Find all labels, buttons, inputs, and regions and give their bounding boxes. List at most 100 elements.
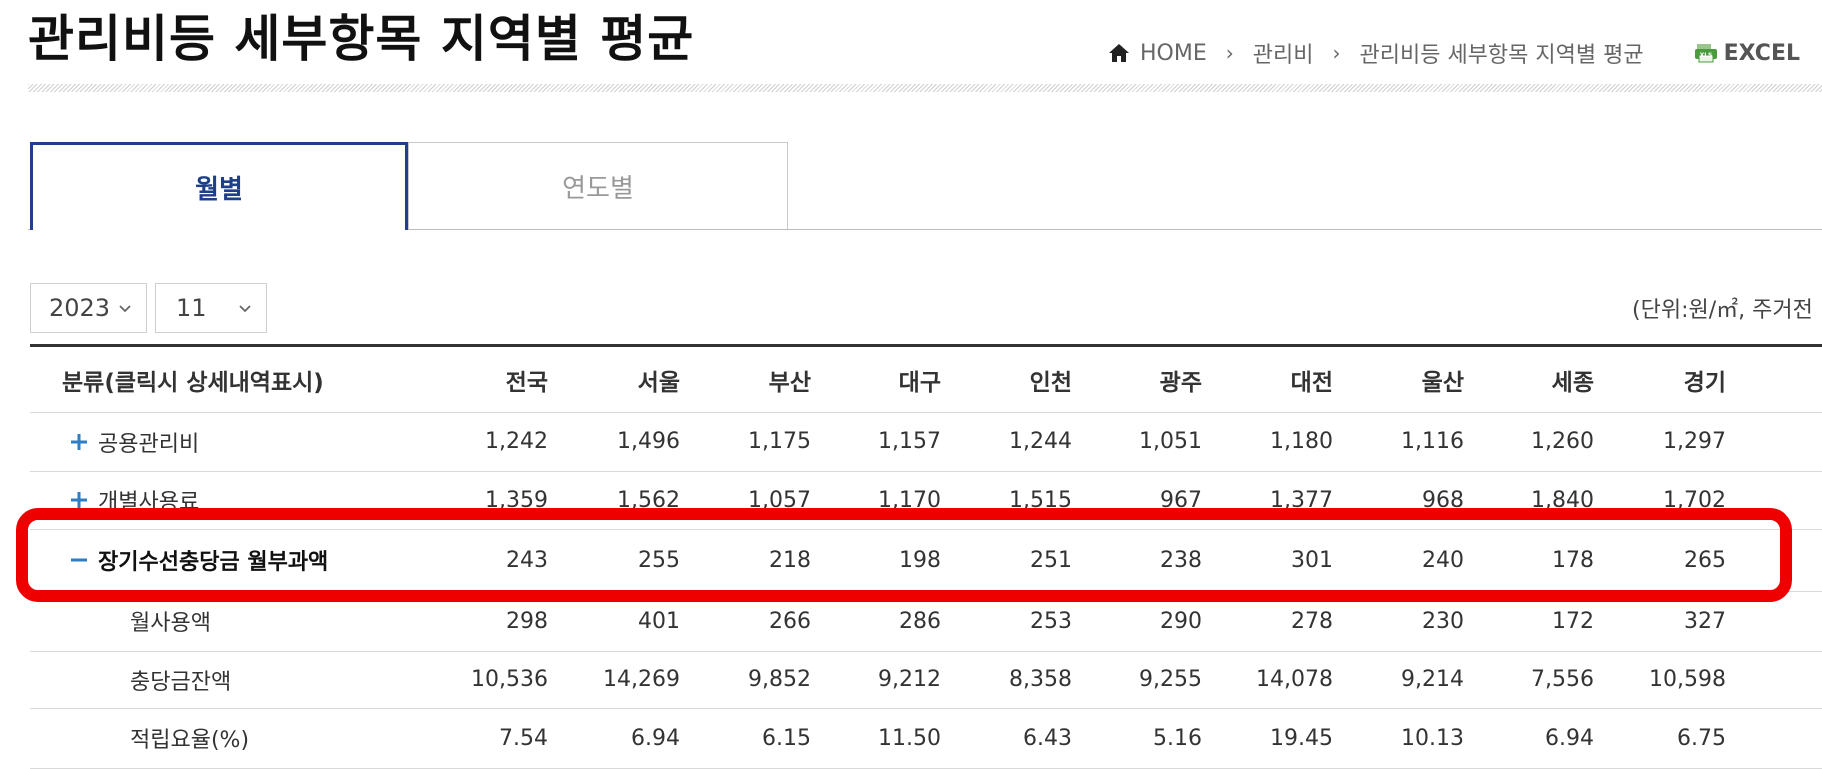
year-select-value: 2023 bbox=[49, 294, 111, 322]
table-row[interactable]: 장기수선충당금 월부과액 243 255 218 198 251 238 301 240 178 2… bbox=[30, 529, 1822, 592]
category-label: 개별사용료 bbox=[98, 490, 200, 515]
value-cell: 290 bbox=[1160, 608, 1202, 634]
value-cell: 327 bbox=[1684, 608, 1726, 634]
value-cell: 1,057 bbox=[748, 487, 811, 513]
year-select[interactable]: 2023 bbox=[30, 283, 147, 333]
table-row: 적립요율(%) 7.54 6.94 6.15 11.50 6.43 5.16 19.45 10.… bbox=[30, 708, 1822, 769]
value-cell: 6.15 bbox=[762, 725, 811, 751]
column-header: 세종 bbox=[1551, 369, 1594, 396]
value-cell: 8,358 bbox=[1009, 667, 1072, 692]
value-cell: 1,515 bbox=[1009, 487, 1072, 513]
breadcrumb: HOME › 관리비 › 관리비등 세부항목 지역별 평균 XLS EXCEL bbox=[1108, 38, 1800, 68]
value-cell: 1,359 bbox=[485, 487, 548, 513]
value-cell: 198 bbox=[899, 547, 941, 573]
value-cell: 10.13 bbox=[1401, 725, 1464, 751]
value-cell: 1,175 bbox=[748, 429, 811, 454]
value-cell: 968 bbox=[1422, 487, 1464, 513]
category-cell[interactable]: 장기수선충당금 월부과액 bbox=[70, 529, 328, 591]
value-cell: 301 bbox=[1291, 547, 1333, 573]
value-cell: 6.43 bbox=[1023, 725, 1072, 751]
value-cell: 5.16 bbox=[1153, 725, 1202, 751]
chevron-down-icon bbox=[239, 305, 251, 313]
value-cell: 286 bbox=[899, 608, 941, 634]
value-cell: 238 bbox=[1160, 547, 1202, 573]
value-cell: 9,212 bbox=[878, 667, 941, 692]
excel-download-button[interactable]: XLS EXCEL bbox=[1694, 41, 1800, 66]
value-cell: 266 bbox=[769, 608, 811, 634]
svg-text:XLS: XLS bbox=[1699, 52, 1712, 59]
category-label: 충당금잔액 bbox=[130, 669, 232, 695]
category-cell[interactable]: 개별사용료 bbox=[70, 471, 199, 529]
value-cell: 1,562 bbox=[617, 487, 680, 513]
excel-icon: XLS bbox=[1694, 44, 1717, 63]
chevron-right-icon: › bbox=[1225, 41, 1234, 65]
category-label: 장기수선충당금 월부과액 bbox=[98, 550, 329, 575]
value-cell: 9,214 bbox=[1401, 667, 1464, 692]
column-header: 대전 bbox=[1290, 369, 1333, 396]
value-cell: 278 bbox=[1291, 608, 1333, 634]
value-cell: 11.50 bbox=[878, 725, 941, 751]
table-row: 충당금잔액 10,536 14,269 9,852 9,212 8,358 9,255 14,… bbox=[30, 651, 1822, 709]
table-row[interactable]: 개별사용료 1,359 1,562 1,057 1,170 1,515 967 1,377 96… bbox=[30, 471, 1822, 530]
category-label: 적립요율(%) bbox=[130, 728, 250, 753]
value-cell: 230 bbox=[1422, 608, 1464, 634]
month-select-value: 11 bbox=[176, 294, 207, 322]
plus-icon[interactable] bbox=[70, 491, 88, 509]
value-cell: 9,255 bbox=[1139, 667, 1202, 692]
value-cell: 298 bbox=[506, 608, 548, 634]
value-cell: 243 bbox=[506, 547, 548, 573]
excel-label: EXCEL bbox=[1723, 40, 1800, 66]
category-cell: 월사용액 bbox=[130, 591, 211, 651]
value-cell: 1,244 bbox=[1009, 429, 1072, 454]
home-icon[interactable] bbox=[1108, 43, 1130, 63]
value-cell: 178 bbox=[1552, 547, 1594, 573]
breadcrumb-level2[interactable]: 관리비등 세부항목 지역별 평균 bbox=[1359, 37, 1643, 69]
value-cell: 6.94 bbox=[1545, 725, 1594, 751]
chevron-down-icon bbox=[119, 305, 131, 313]
table-row[interactable]: 공용관리비 1,242 1,496 1,175 1,157 1,244 1,051 1,180… bbox=[30, 412, 1822, 472]
month-select[interactable]: 11 bbox=[155, 283, 267, 333]
value-cell: 1,170 bbox=[878, 487, 941, 513]
breadcrumb-home[interactable]: HOME bbox=[1140, 41, 1207, 66]
value-cell: 1,297 bbox=[1663, 429, 1726, 454]
column-header: 서울 bbox=[637, 369, 680, 396]
category-cell: 충당금잔액 bbox=[130, 651, 231, 708]
column-header: 울산 bbox=[1421, 369, 1464, 396]
category-label: 월사용액 bbox=[130, 611, 211, 636]
value-cell: 1,377 bbox=[1270, 487, 1333, 513]
value-cell: 9,852 bbox=[748, 667, 811, 692]
column-header: 부산 bbox=[768, 369, 811, 396]
unit-note: (단위:원/㎡, 주거전 bbox=[1632, 298, 1813, 323]
table-header-row: 분류(클릭시 상세내역표시) 전국 서울 부산 대구 인천 광주 대전 울산 세… bbox=[30, 347, 1822, 413]
value-cell: 1,157 bbox=[878, 429, 941, 454]
value-cell: 14,269 bbox=[603, 667, 680, 692]
value-cell: 10,536 bbox=[471, 667, 548, 692]
value-cell: 253 bbox=[1030, 608, 1072, 634]
column-header: 대구 bbox=[898, 369, 941, 396]
value-cell: 1,180 bbox=[1270, 429, 1333, 454]
column-header: 광주 bbox=[1159, 369, 1202, 396]
value-cell: 6.94 bbox=[631, 725, 680, 751]
value-cell: 1,116 bbox=[1401, 429, 1464, 454]
value-cell: 1,702 bbox=[1663, 487, 1726, 513]
value-cell: 6.75 bbox=[1677, 725, 1726, 751]
value-cell: 218 bbox=[769, 547, 811, 573]
value-cell: 265 bbox=[1684, 547, 1726, 573]
minus-icon[interactable] bbox=[70, 551, 88, 569]
tab-monthly[interactable]: 월별 bbox=[30, 142, 408, 230]
value-cell: 967 bbox=[1160, 487, 1202, 513]
value-cell: 10,598 bbox=[1649, 667, 1726, 692]
value-cell: 240 bbox=[1422, 547, 1464, 573]
tab-yearly[interactable]: 연도별 bbox=[408, 142, 788, 229]
category-cell: 적립요율(%) bbox=[130, 708, 249, 768]
page-title: 관리비등 세부항목 지역별 평균 bbox=[28, 10, 695, 68]
category-cell[interactable]: 공용관리비 bbox=[70, 412, 199, 471]
value-cell: 7.54 bbox=[499, 725, 548, 751]
value-cell: 255 bbox=[638, 547, 680, 573]
category-label: 공용관리비 bbox=[98, 431, 200, 457]
breadcrumb-level1[interactable]: 관리비 bbox=[1253, 37, 1314, 69]
value-cell: 1,051 bbox=[1139, 429, 1202, 454]
column-header: 경기 bbox=[1683, 369, 1726, 396]
plus-icon[interactable] bbox=[70, 433, 88, 451]
value-cell: 7,556 bbox=[1531, 667, 1594, 692]
